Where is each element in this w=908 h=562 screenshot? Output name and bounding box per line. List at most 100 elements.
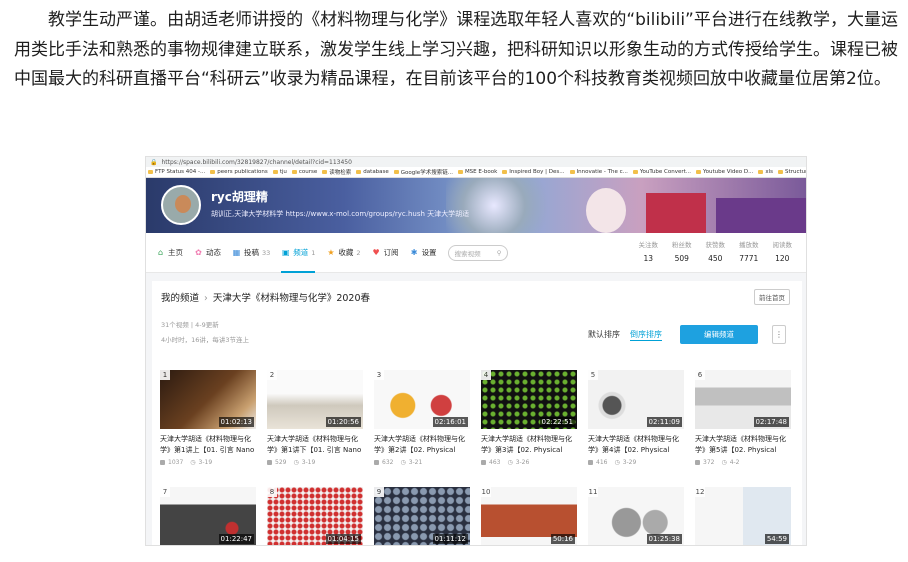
tab-1[interactable]: ✿ 动态 [194,233,221,273]
video-card[interactable]: 1 01:02:13 天津大学胡适《材料物理与化学》第1讲上【01. 引言 Nano… [160,370,256,466]
video-thumbnail[interactable]: 10 50:16 [481,487,577,545]
video-thumbnail[interactable]: 2 01:20:56 [267,370,363,429]
bookmark-item[interactable]: xls [758,169,773,175]
sort-reverse[interactable]: 倒序排序 [630,329,662,341]
channel-panel: 我的频道 › 天津大学《材料物理与化学》2020春 前往首页 31个视频 | 4-9… [152,281,802,545]
video-card[interactable]: 8 01:04:15 [267,487,363,545]
avatar[interactable] [161,185,201,225]
stat-label: 阅读数 [772,241,793,249]
edit-channel-button[interactable]: 编辑频道 [680,325,758,344]
video-card[interactable]: 12 54:59 [695,487,791,545]
video-title[interactable]: 天津大学胡适《材料物理与化学》第3讲【02. Physical [481,434,577,456]
video-card[interactable]: 3 02:16:01 天津大学胡适《材料物理与化学》第2讲【02. Physical… [374,370,470,466]
stat-item[interactable]: 粉丝数 509 [672,239,692,265]
clock-icon: ◷ [721,459,727,466]
video-number: 8 [267,487,277,497]
video-title[interactable]: 天津大学胡适《材料物理与化学》第2讲【02. Physical [374,434,470,456]
channel-description: 4小时时，16讲，每讲3节连上 [161,336,250,344]
address-bar[interactable]: 🔒 https://space.bilibili.com/32819827/ch… [146,157,806,167]
banner-art [716,198,806,233]
bookmark-item[interactable]: MSE E-book [457,169,498,175]
bookmark-label: MSE E-book [464,169,498,175]
video-card[interactable]: 4 02:22:51 天津大学胡适《材料物理与化学》第3讲【02. Physical… [481,370,577,466]
sort-default[interactable]: 默认排序 [588,329,620,341]
username[interactable]: ryc胡理精 [211,188,268,205]
video-card[interactable]: 10 50:16 [481,487,577,545]
tab-5[interactable]: ♥ 订阅 [372,233,398,273]
bookmark-item[interactable]: peers publications [210,169,268,175]
bookmark-item[interactable]: tju [272,169,287,175]
video-thumbnail[interactable]: 9 01:11:12 [374,487,470,545]
video-number: 11 [588,487,598,497]
upload-date: 4-2 [729,459,740,466]
folder-icon [356,170,362,174]
video-thumbnail[interactable]: 11 01:25:38 [588,487,684,545]
more-options-icon[interactable]: ⋮ [772,325,786,344]
video-title[interactable]: 天津大学胡适《材料物理与化学》第1讲下【01. 引言 Nano [267,434,363,456]
tab-label: 投稿 [244,248,259,257]
tab-0[interactable]: ⌂ 主页 [156,233,183,273]
tab-count: 2 [356,248,361,257]
stat-label: 播放数 [739,241,759,249]
search-input[interactable]: 搜索视频 ⚲ [447,244,508,261]
breadcrumb-root[interactable]: 我的频道 [161,293,199,304]
video-thumbnail[interactable]: 6 02:17:48 [695,370,791,429]
stat-item[interactable]: 获赞数 450 [706,239,726,265]
bookmark-item[interactable]: Innovatie - The c... [569,169,628,175]
tab-2[interactable]: ▦ 投稿 33 [232,233,271,273]
bookmark-item[interactable]: database [356,169,389,175]
video-thumbnail[interactable]: 4 02:22:51 [481,370,577,429]
video-card[interactable]: 2 01:20:56 天津大学胡适《材料物理与化学》第1讲下【01. 引言 Nano… [267,370,363,466]
video-thumbnail[interactable]: 8 01:04:15 [267,487,363,545]
video-thumbnail[interactable]: 7 01:22:47 [160,487,256,545]
back-button[interactable]: 前往首页 [754,289,790,305]
clock-icon: ◷ [507,459,513,466]
stat-item[interactable]: 关注数 13 [639,239,659,265]
view-count: 529 [275,459,287,466]
tab-label: 频道 [293,248,309,257]
view-count: 1037 [168,459,184,466]
tab-6[interactable]: ✱ 设置 [410,233,437,273]
tab-count: 33 [262,248,271,257]
tab-3[interactable]: ▣ 频道 1 [281,233,316,273]
video-card[interactable]: 6 02:17:48 天津大学胡适《材料物理与化学》第5讲【02. Physical… [695,370,791,466]
sort-options: 默认排序 倒序排序 [588,329,662,341]
folder-icon [778,170,784,174]
video-thumbnail[interactable]: 12 54:59 [695,487,791,545]
video-thumbnail[interactable]: 3 02:16:01 [374,370,470,429]
bookmark-item[interactable]: YouTube Convert... [632,169,691,175]
bookmark-item[interactable]: Inspired Boy | Des... [502,169,565,175]
stat-label: 获赞数 [705,241,726,249]
banner-art [646,193,706,233]
video-number: 6 [695,370,705,380]
bookmark-item[interactable]: Youtube Video D... [696,169,753,175]
stat-item[interactable]: 播放数 7771 [739,239,759,265]
video-card[interactable]: 11 01:25:38 [588,487,684,545]
bookmark-item[interactable]: Structure of metal... [778,169,806,175]
channel-icon: ▣ [282,248,290,257]
video-number: 4 [481,370,491,380]
video-duration: 02:17:48 [753,417,789,427]
video-thumbnail[interactable]: 1 01:02:13 [160,370,256,429]
upload-icon: ▦ [232,248,241,257]
bookmark-label: tju [279,169,287,175]
folder-icon [696,170,701,174]
video-card[interactable]: 9 01:11:12 [374,487,470,545]
bookmark-item[interactable]: FTP Status 404 -... [148,169,205,175]
video-title[interactable]: 天津大学胡适《材料物理与化学》第1讲上【01. 引言 Nano [160,434,256,456]
video-meta: 529 ◷ 3-19 [267,459,363,466]
bookmark-item[interactable]: Google学术搜索链... [393,168,453,176]
stat-item[interactable]: 阅读数 120 [773,239,793,265]
bookmark-item[interactable]: course [291,169,317,175]
video-title[interactable]: 天津大学胡适《材料物理与化学》第5讲【02. Physical [695,434,791,456]
bookmark-label: database [363,169,389,175]
video-title[interactable]: 天津大学胡适《材料物理与化学》第4讲【02. Physical [588,434,684,456]
bookmark-item[interactable]: 读物检索 [322,168,351,176]
gear-icon: ✱ [410,248,418,257]
search-icon[interactable]: ⚲ [497,249,502,257]
video-thumbnail[interactable]: 5 02:11:09 [588,370,684,429]
video-card[interactable]: 5 02:11:09 天津大学胡适《材料物理与化学》第4讲【02. Physical… [588,370,684,466]
tab-4[interactable]: ★ 收藏 2 [326,233,360,273]
tab-count: 1 [311,248,316,257]
video-card[interactable]: 7 01:22:47 [160,487,256,545]
